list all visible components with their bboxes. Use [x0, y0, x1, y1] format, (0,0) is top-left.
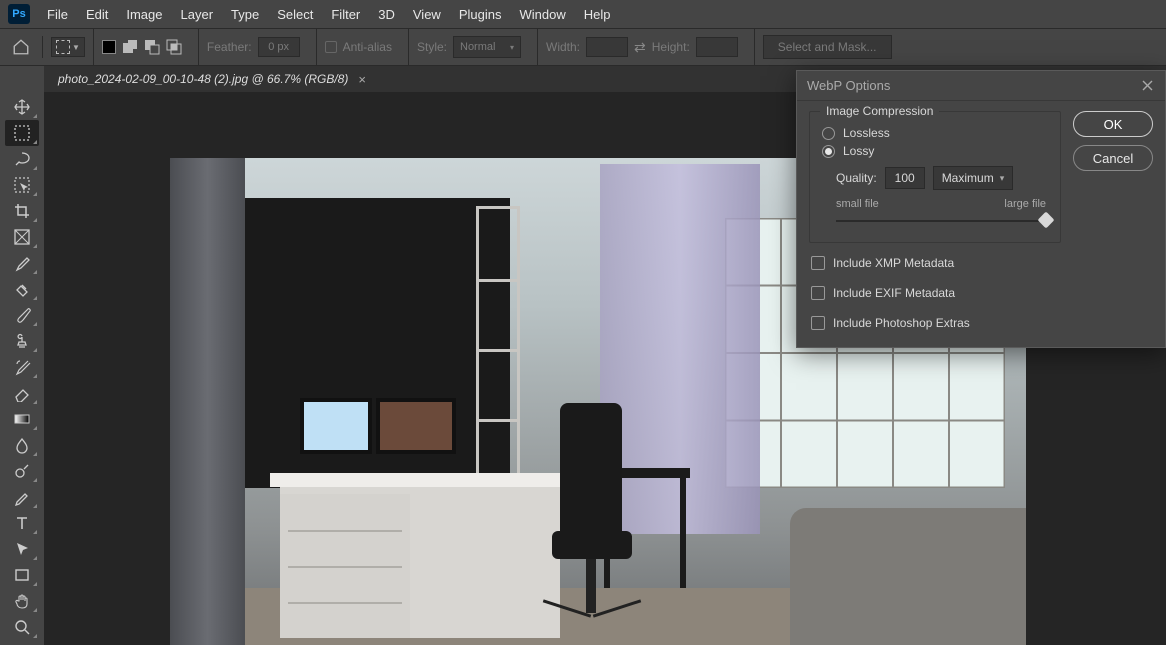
menu-3d[interactable]: 3D: [369, 3, 404, 26]
checkbox-icon: [811, 316, 825, 330]
close-icon: [1142, 80, 1153, 91]
subtract-selection-icon[interactable]: [144, 39, 160, 55]
eyedropper-tool[interactable]: [5, 250, 39, 276]
pen-tool[interactable]: [5, 484, 39, 510]
object-select-tool[interactable]: [5, 172, 39, 198]
slider-min-label: small file: [836, 198, 879, 210]
home-button[interactable]: [8, 34, 34, 60]
include-exif-checkbox[interactable]: Include EXIF Metadata: [809, 283, 1061, 303]
chevron-down-icon: ▼: [72, 43, 80, 52]
move-tool[interactable]: [5, 94, 39, 120]
hand-tool[interactable]: [5, 588, 39, 614]
feather-input[interactable]: [258, 37, 300, 57]
select-and-mask-button[interactable]: Select and Mask...: [763, 35, 892, 59]
brush-tool[interactable]: [5, 302, 39, 328]
menu-image[interactable]: Image: [117, 3, 171, 26]
radio-icon: [822, 127, 835, 140]
menu-view[interactable]: View: [404, 3, 450, 26]
compression-fieldset: Image Compression Lossless Lossy Quality…: [809, 111, 1061, 243]
include-ps-extras-checkbox[interactable]: Include Photoshop Extras: [809, 313, 1061, 333]
height-label: Height:: [652, 40, 690, 54]
menu-edit[interactable]: Edit: [77, 3, 117, 26]
menu-window[interactable]: Window: [510, 3, 574, 26]
dodge-tool[interactable]: [5, 458, 39, 484]
marquee-tool[interactable]: [5, 120, 39, 146]
include-xmp-checkbox[interactable]: Include XMP Metadata: [809, 253, 1061, 273]
style-label: Style:: [417, 40, 447, 54]
lossless-label: Lossless: [843, 126, 890, 140]
swap-dimensions-icon: ⇄: [634, 39, 646, 56]
zoom-tool[interactable]: [5, 614, 39, 640]
width-input: [586, 37, 628, 57]
style-select[interactable]: Normal▾: [453, 36, 521, 58]
feather-label: Feather:: [207, 40, 252, 54]
marquee-icon: [56, 40, 70, 54]
menu-help[interactable]: Help: [575, 3, 620, 26]
antialias-checkbox: [325, 41, 337, 53]
clone-stamp-tool[interactable]: [5, 328, 39, 354]
menu-layer[interactable]: Layer: [172, 3, 223, 26]
add-selection-icon[interactable]: [122, 39, 138, 55]
type-tool[interactable]: [5, 510, 39, 536]
webp-options-dialog: WebP Options Image Compression Lossless …: [796, 70, 1166, 348]
quality-label: Quality:: [836, 171, 877, 185]
tool-preset-picker[interactable]: ▼: [51, 37, 85, 57]
eraser-tool[interactable]: [5, 380, 39, 406]
height-input: [696, 37, 738, 57]
path-select-tool[interactable]: [5, 536, 39, 562]
radio-icon: [822, 145, 835, 158]
dialog-close-button[interactable]: [1139, 78, 1155, 94]
menu-file[interactable]: File: [38, 3, 77, 26]
intersect-selection-icon[interactable]: [166, 39, 182, 55]
checkbox-icon: [811, 256, 825, 270]
checkbox-icon: [811, 286, 825, 300]
quality-input[interactable]: [885, 167, 925, 189]
tools-panel: [0, 66, 44, 645]
new-selection-icon[interactable]: [102, 40, 116, 54]
document-tab[interactable]: photo_2024-02-09_00-10-48 (2).jpg @ 66.7…: [44, 66, 380, 92]
chevron-down-icon: ▾: [1000, 173, 1005, 184]
app-logo: Ps: [8, 4, 30, 24]
crop-tool[interactable]: [5, 198, 39, 224]
compression-legend: Image Compression: [820, 104, 939, 118]
options-bar: ▼ Feather: Anti-alias Style: Normal▾ Wid…: [0, 28, 1166, 66]
close-tab-button[interactable]: ×: [358, 72, 366, 87]
quality-preset-select[interactable]: Maximum▾: [933, 166, 1014, 190]
dialog-titlebar[interactable]: WebP Options: [797, 71, 1165, 101]
width-label: Width:: [546, 40, 580, 54]
menu-bar: Ps FileEditImageLayerTypeSelectFilter3DV…: [0, 0, 1166, 28]
rectangle-tool[interactable]: [5, 562, 39, 588]
antialias-label: Anti-alias: [343, 40, 392, 54]
slider-max-label: large file: [1004, 198, 1046, 210]
dialog-title: WebP Options: [807, 78, 890, 93]
menu-filter[interactable]: Filter: [322, 3, 369, 26]
ok-button[interactable]: OK: [1073, 111, 1153, 137]
lossy-label: Lossy: [843, 144, 874, 158]
blur-tool[interactable]: [5, 432, 39, 458]
menu-select[interactable]: Select: [268, 3, 322, 26]
include-exif-label: Include EXIF Metadata: [833, 286, 955, 300]
healing-brush-tool[interactable]: [5, 276, 39, 302]
quality-slider[interactable]: [836, 214, 1046, 228]
history-brush-tool[interactable]: [5, 354, 39, 380]
cancel-button[interactable]: Cancel: [1073, 145, 1153, 171]
include-xmp-label: Include XMP Metadata: [833, 256, 954, 270]
lossless-radio[interactable]: Lossless: [822, 126, 1048, 140]
lossy-radio[interactable]: Lossy: [822, 144, 1048, 158]
include-ps-extras-label: Include Photoshop Extras: [833, 316, 970, 330]
document-tab-title: photo_2024-02-09_00-10-48 (2).jpg @ 66.7…: [58, 72, 348, 86]
menu-type[interactable]: Type: [222, 3, 268, 26]
frame-tool[interactable]: [5, 224, 39, 250]
gradient-tool[interactable]: [5, 406, 39, 432]
menu-plugins[interactable]: Plugins: [450, 3, 511, 26]
lasso-tool[interactable]: [5, 146, 39, 172]
